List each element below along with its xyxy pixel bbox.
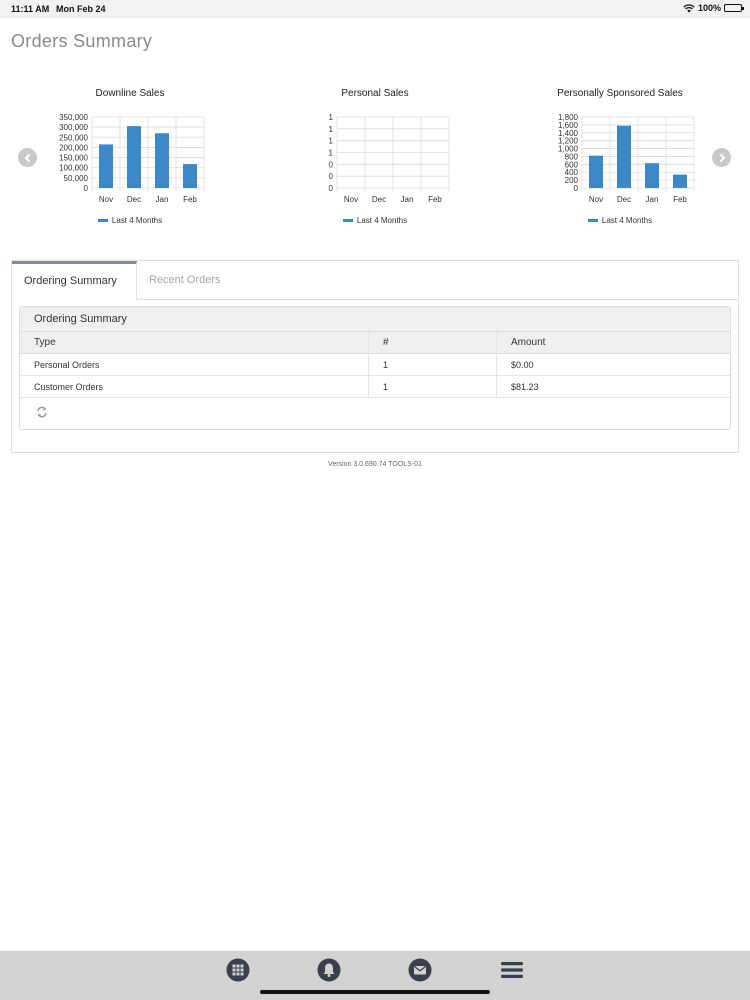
chart-plot: 1,8001,6001,4001,2001,0008006004002000No… bbox=[558, 113, 695, 204]
bar-nov bbox=[99, 144, 113, 188]
status-bar: 11:11 AM Mon Feb 24 100% bbox=[0, 0, 750, 18]
order-amount: $81.23 bbox=[496, 375, 730, 398]
battery-icon bbox=[724, 4, 744, 12]
chart-title: Personal Sales bbox=[341, 88, 409, 99]
x-tick-label: Feb bbox=[183, 195, 197, 204]
y-tick-label: 100,000 bbox=[59, 164, 88, 173]
y-tick-label: 1 bbox=[329, 113, 334, 122]
chart-legend: Last 4 Months bbox=[30, 216, 230, 225]
customer-orders-link[interactable]: Customer Orders bbox=[20, 375, 369, 398]
status-date: Mon Feb 24 bbox=[56, 4, 106, 14]
x-tick-label: Dec bbox=[127, 195, 141, 204]
order-amount: $0.00 bbox=[496, 353, 730, 376]
battery-percent: 100% bbox=[697, 3, 721, 13]
legend-swatch bbox=[587, 219, 598, 222]
x-tick-label: Jan bbox=[401, 195, 414, 204]
tab-recent-orders[interactable]: Recent Orders bbox=[137, 261, 233, 299]
chart-legend: Last 4 Months bbox=[275, 216, 475, 225]
chart-downline-sales: Downline Sales 350,000 300,000 250,000 200,… bbox=[30, 86, 230, 236]
bar-dec bbox=[127, 126, 141, 188]
order-count: 1 bbox=[368, 353, 497, 376]
personal-orders-link[interactable]: Personal Orders bbox=[20, 353, 369, 376]
home-indicator[interactable] bbox=[260, 990, 490, 994]
chart-title: Downline Sales bbox=[95, 88, 165, 99]
bar-dec bbox=[617, 125, 631, 188]
version-text: Version 3.0.690.74 TOOLS-01 bbox=[328, 461, 422, 468]
y-tick-label: 1 bbox=[329, 137, 334, 146]
bar-jan bbox=[155, 133, 169, 188]
wifi-icon bbox=[683, 3, 695, 12]
y-tick-label: 0 bbox=[329, 184, 334, 193]
y-tick-label: 250,000 bbox=[59, 133, 88, 142]
table-header-row: Type # Amount bbox=[20, 332, 730, 354]
table-row: Customer Orders 1 $81.23 bbox=[20, 375, 730, 398]
orders-panel: Ordering Summary Recent Orders Ordering … bbox=[11, 260, 739, 453]
legend-label: Last 4 Months bbox=[356, 216, 408, 225]
x-tick-label: Dec bbox=[617, 195, 631, 204]
tab-bar: Ordering Summary Recent Orders bbox=[12, 261, 738, 300]
x-tick-label: Nov bbox=[344, 195, 358, 204]
order-count: 1 bbox=[368, 375, 497, 398]
tab-ordering-summary[interactable]: Ordering Summary bbox=[12, 261, 137, 300]
x-tick-label: Nov bbox=[99, 195, 113, 204]
x-tick-label: Feb bbox=[428, 195, 442, 204]
page-title: Orders Summary bbox=[11, 31, 153, 51]
status-indicators: 100% bbox=[683, 3, 744, 13]
x-tick-label: Jan bbox=[156, 195, 169, 204]
y-tick-label: 1 bbox=[329, 125, 334, 134]
legend-label: Last 4 Months bbox=[601, 216, 653, 225]
y-tick-label: 0 bbox=[329, 160, 334, 169]
y-tick-label: 1 bbox=[329, 149, 334, 158]
grid-icon[interactable] bbox=[226, 958, 250, 982]
menu-icon[interactable] bbox=[500, 958, 524, 982]
legend-label: Last 4 Months bbox=[111, 216, 163, 225]
chart-personal-sales: Personal Sales 1 1 1 1 0 0 0 Nov Dec Jan Feb Last … bbox=[275, 86, 475, 236]
y-tick-label: 0 bbox=[574, 184, 579, 193]
y-tick-label: 300,000 bbox=[59, 123, 88, 132]
x-tick-label: Jan bbox=[646, 195, 659, 204]
bar-feb bbox=[673, 174, 687, 188]
column-header-amount: Amount bbox=[496, 332, 730, 354]
table-row: Personal Orders 1 $0.00 bbox=[20, 353, 730, 376]
y-tick-label: 150,000 bbox=[59, 154, 88, 163]
chart-title: Personally Sponsored Sales bbox=[557, 88, 683, 99]
bar-feb bbox=[183, 164, 197, 188]
bar-jan bbox=[645, 163, 659, 188]
y-tick-label: 0 bbox=[84, 184, 89, 193]
bell-icon[interactable] bbox=[317, 958, 341, 982]
refresh-icon[interactable] bbox=[36, 405, 48, 423]
chart-plot: 350,000300,000250,000200,000 150,000100,0… bbox=[59, 113, 205, 204]
x-tick-label: Dec bbox=[372, 195, 386, 204]
legend-swatch bbox=[97, 219, 108, 222]
summary-heading: Ordering Summary bbox=[20, 307, 730, 332]
legend-swatch bbox=[342, 219, 353, 222]
ordering-summary-box: Ordering Summary Type # Amount Personal … bbox=[19, 306, 731, 430]
chart-legend: Last 4 Months bbox=[520, 216, 720, 225]
y-tick-label: 0 bbox=[329, 172, 334, 181]
y-tick-label: 50,000 bbox=[64, 174, 89, 183]
status-time: 11:11 AM bbox=[11, 4, 50, 14]
x-tick-label: Feb bbox=[673, 195, 687, 204]
bar-nov bbox=[589, 155, 603, 188]
orders-table: Type # Amount Personal Orders 1 $0.00 Cu… bbox=[20, 332, 730, 398]
y-tick-label: 350,000 bbox=[59, 113, 88, 122]
x-tick-label: Nov bbox=[589, 195, 603, 204]
column-header-count: # bbox=[368, 332, 497, 354]
column-header-type: Type bbox=[20, 332, 369, 354]
chart-personally-sponsored-sales: Personally Sponsored Sales 1,800 1,600 1,4… bbox=[520, 86, 720, 236]
chart-plot: 1 1 1 1 0 0 0 Nov Dec Jan Feb bbox=[329, 113, 450, 204]
mail-icon[interactable] bbox=[408, 958, 432, 982]
y-tick-label: 200,000 bbox=[59, 143, 88, 152]
